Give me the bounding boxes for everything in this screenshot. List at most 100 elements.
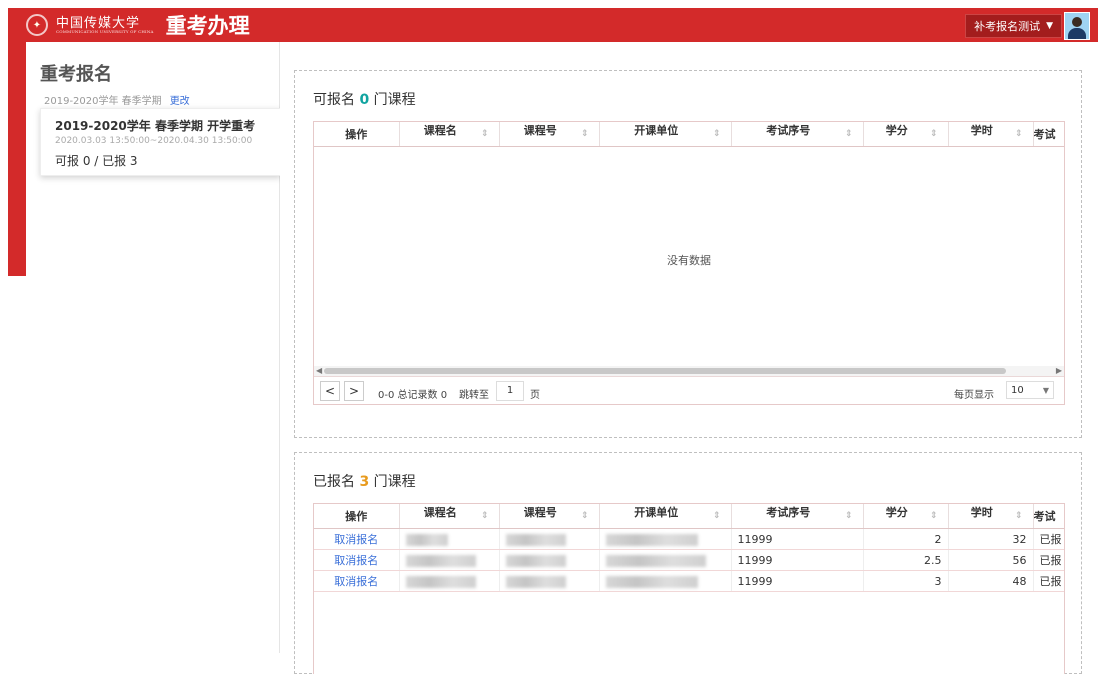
- credit-cell: 2: [863, 528, 949, 550]
- term-card[interactable]: 2019-2020学年 春季学期 开学重考 2020.03.03 13:50:0…: [40, 108, 281, 176]
- available-title: 可报名 0 门课程: [313, 92, 416, 108]
- per-page-select[interactable]: 10 ▼: [1006, 381, 1054, 399]
- hours-cell: 48: [948, 570, 1034, 592]
- sort-icon: ⇕: [844, 129, 853, 139]
- sort-icon: ⇕: [929, 511, 938, 521]
- credit-cell: 2.5: [863, 549, 949, 571]
- course-no-cell: [499, 549, 600, 571]
- hours-cell: 32: [948, 528, 1034, 550]
- sort-icon: ⇕: [844, 511, 853, 521]
- status-cell: 已报: [1033, 549, 1064, 571]
- app-title: 重考办理: [165, 14, 250, 38]
- term-label: 2019-2020学年 春季学期: [44, 96, 162, 107]
- course-no-cell: [499, 570, 600, 592]
- col-exam-no[interactable]: 考试序号 ⇕: [731, 122, 864, 147]
- chevron-down-icon: ▼: [1042, 386, 1049, 395]
- sort-icon: ⇕: [580, 511, 589, 521]
- cancel-registration-link[interactable]: 取消报名: [314, 528, 400, 550]
- col-exam: 考试: [1033, 504, 1064, 529]
- registered-header-row: 操作 课程名 ⇕ 课程号 ⇕ 开课单位 ⇕ 考试序号 ⇕ 学分 ⇕ 学时 ⇕ 考试: [314, 504, 1064, 529]
- col-action: 操作: [314, 504, 400, 529]
- col-course-name[interactable]: 课程名 ⇕: [399, 122, 500, 147]
- department-cell: [599, 528, 732, 550]
- sort-icon: ⇕: [480, 511, 489, 521]
- cancel-registration-link[interactable]: 取消报名: [314, 570, 400, 592]
- table-row: 取消报名 11999 2 32 已报: [314, 528, 1064, 550]
- sort-icon: ⇕: [712, 129, 721, 139]
- caret-down-icon: ▼: [1046, 21, 1053, 31]
- sort-icon: ⇕: [712, 511, 721, 521]
- course-name-cell: [399, 570, 500, 592]
- col-course-name[interactable]: 课程名 ⇕: [399, 504, 500, 529]
- per-page-label: 每页显示: [954, 390, 994, 401]
- col-course-no[interactable]: 课程号 ⇕: [499, 122, 600, 147]
- page-suffix: 页: [530, 390, 540, 401]
- sort-icon: ⇕: [1014, 129, 1023, 139]
- department-cell: [599, 549, 732, 571]
- logo-english: COMMUNICATION UNIVERSITY OF CHINA: [56, 28, 154, 34]
- col-department[interactable]: 开课单位 ⇕: [599, 122, 732, 147]
- empty-message: 没有数据: [667, 254, 711, 267]
- sidebar-title: 重考报名: [40, 64, 112, 85]
- scroll-left-icon: ◀: [316, 366, 323, 375]
- course-name-cell: [399, 528, 500, 550]
- available-count: 0: [359, 92, 370, 108]
- sort-icon: ⇕: [1014, 511, 1023, 521]
- course-no-cell: [499, 528, 600, 550]
- sort-icon: ⇕: [580, 129, 589, 139]
- term-card-range: 2020.03.03 13:50:00~2020.04.30 13:50:00: [55, 136, 253, 146]
- col-course-no[interactable]: 课程号 ⇕: [499, 504, 600, 529]
- registered-title: 已报名 3 门课程: [313, 474, 416, 490]
- cancel-registration-link[interactable]: 取消报名: [314, 549, 400, 571]
- table-row: 取消报名 11999 3 48 已报: [314, 570, 1064, 592]
- registered-table: 操作 课程名 ⇕ 课程号 ⇕ 开课单位 ⇕ 考试序号 ⇕ 学分 ⇕ 学时 ⇕ 考试 取消报名: [313, 503, 1065, 674]
- col-department[interactable]: 开课单位 ⇕: [599, 504, 732, 529]
- available-table: 操作 课程名 ⇕ 课程号 ⇕ 开课单位 ⇕ 考试序号 ⇕ 学分 ⇕ 学时 ⇕ 考试 没有数据…: [313, 121, 1065, 405]
- department-cell: [599, 570, 732, 592]
- registered-count: 3: [359, 474, 370, 490]
- user-menu-button[interactable]: 补考报名测试 ▼: [965, 14, 1062, 38]
- col-action: 操作: [314, 122, 400, 147]
- horizontal-scrollbar[interactable]: ◀ ▶: [314, 366, 1064, 376]
- registered-courses-panel: 已报名 3 门课程 操作 课程名 ⇕ 课程号 ⇕ 开课单位 ⇕ 考试序号 ⇕ 学分 ⇕ 学…: [294, 452, 1082, 674]
- status-cell: 已报: [1033, 528, 1064, 550]
- user-name: 补考报名测试: [974, 20, 1041, 33]
- jump-label: 跳转至: [459, 390, 489, 401]
- university-logo[interactable]: 中国传媒大学 COMMUNICATION UNIVERSITY OF CHINA: [56, 17, 154, 34]
- scrollbar-thumb[interactable]: [324, 368, 1006, 374]
- course-name-cell: [399, 549, 500, 571]
- col-exam: 考试: [1033, 122, 1064, 147]
- col-hours[interactable]: 学时 ⇕: [948, 122, 1034, 147]
- term-card-name: 2019-2020学年 春季学期 开学重考: [55, 119, 256, 133]
- table-row: 取消报名 11999 2.5 56 已报: [314, 549, 1064, 571]
- sort-icon: ⇕: [929, 129, 938, 139]
- col-credit[interactable]: 学分 ⇕: [863, 122, 949, 147]
- app-header: ✦ 中国传媒大学 COMMUNICATION UNIVERSITY OF CHI…: [8, 8, 1098, 42]
- credit-cell: 3: [863, 570, 949, 592]
- prev-page-button[interactable]: <: [320, 381, 340, 401]
- scroll-right-icon: ▶: [1055, 366, 1062, 375]
- record-summary: 0-0 总记录数 0: [378, 390, 448, 401]
- current-term: 2019-2020学年 春季学期 更改: [44, 92, 190, 107]
- col-exam-no[interactable]: 考试序号 ⇕: [731, 504, 864, 529]
- main-content: 可报名 0 门课程 操作 课程名 ⇕ 课程号 ⇕ 开课单位 ⇕ 考试序号 ⇕ 学分 ⇕ 学…: [280, 42, 1098, 674]
- available-header-row: 操作 课程名 ⇕ 课程号 ⇕ 开课单位 ⇕ 考试序号 ⇕ 学分 ⇕ 学时 ⇕ 考试: [314, 122, 1064, 147]
- next-page-button[interactable]: >: [344, 381, 364, 401]
- exam-no-cell: 11999: [731, 549, 864, 571]
- term-card-counts: 可报 0 / 已报 3: [55, 154, 138, 168]
- col-credit[interactable]: 学分 ⇕: [863, 504, 949, 529]
- available-courses-panel: 可报名 0 门课程 操作 课程名 ⇕ 课程号 ⇕ 开课单位 ⇕ 考试序号 ⇕ 学分 ⇕ 学…: [294, 70, 1082, 438]
- logo-chinese: 中国传媒大学: [56, 15, 141, 31]
- col-hours[interactable]: 学时 ⇕: [948, 504, 1034, 529]
- university-seal-icon: ✦: [26, 14, 48, 36]
- sidebar: 重考报名 2019-2020学年 春季学期 更改 2019-2020学年 春季学期…: [26, 42, 281, 653]
- change-term-link[interactable]: 更改: [170, 96, 190, 107]
- hours-cell: 56: [948, 549, 1034, 571]
- page-input[interactable]: 1: [496, 381, 524, 401]
- sort-icon: ⇕: [480, 129, 489, 139]
- exam-no-cell: 11999: [731, 570, 864, 592]
- status-cell: 已报: [1033, 570, 1064, 592]
- exam-no-cell: 11999: [731, 528, 864, 550]
- avatar[interactable]: [1064, 12, 1090, 40]
- pager: < > 0-0 总记录数 0 跳转至 1 页 每页显示 10 ▼: [314, 376, 1064, 404]
